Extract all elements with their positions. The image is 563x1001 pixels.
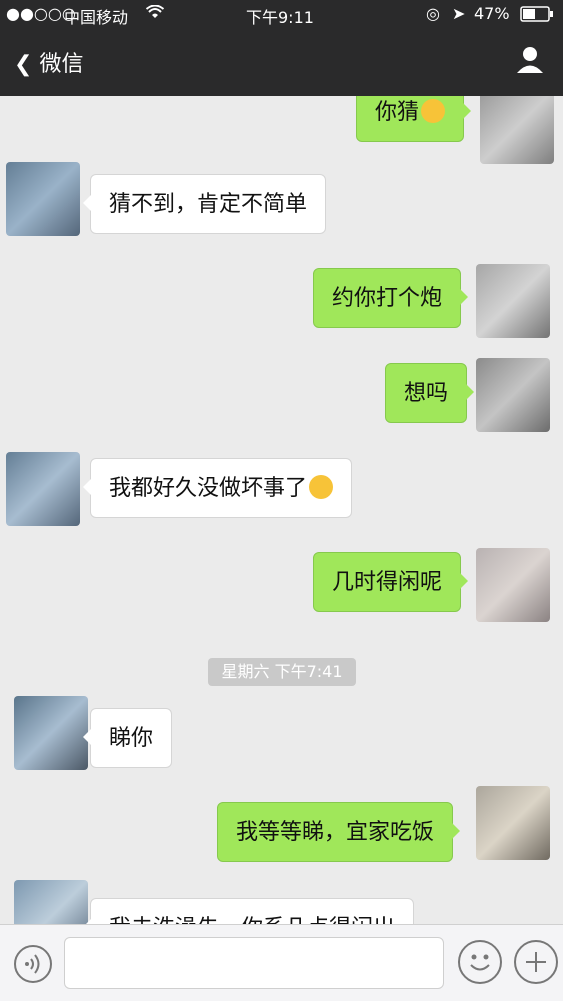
emoji-button[interactable] <box>458 940 502 984</box>
grimace-icon <box>309 475 334 499</box>
chat-header: ❮ 微信 <box>0 28 563 96</box>
message-text: 你猜 <box>375 100 420 125</box>
voice-input-button[interactable] <box>14 945 52 983</box>
carrier-name: 中国移动 <box>64 8 129 27</box>
message-bubble-received[interactable]: 我去洗澡先，你系几点得闲出 <box>82 898 415 924</box>
my-avatar[interactable] <box>480 96 554 164</box>
message-bubble-sent[interactable]: 几时得闲呢 <box>313 552 469 612</box>
contact-avatar[interactable] <box>6 162 80 236</box>
message-list[interactable]: 你猜 猜不到，肯定不简单 约你打个炮 想吗 我都好久没做坏事了 几时得闲呢 星期… <box>0 96 563 924</box>
message-text: 想吗 <box>404 381 449 406</box>
message-input[interactable] <box>64 937 444 989</box>
message-bubble-sent[interactable]: 你猜 <box>356 96 472 142</box>
message-text: 几时得闲呢 <box>332 570 443 595</box>
person-icon <box>517 47 543 73</box>
status-bar: ●●○○○ 中国移动 下午9:11 ◎ ➤ 47% <box>0 0 563 28</box>
wifi-icon <box>145 4 165 23</box>
battery-icon <box>520 6 554 26</box>
message-text: 猜不到，肯定不简单 <box>109 192 308 217</box>
contact-avatar[interactable] <box>14 880 88 924</box>
chevron-left-icon: ❮ <box>14 52 33 77</box>
my-avatar[interactable] <box>476 358 550 432</box>
plus-icon <box>526 952 546 972</box>
message-bubble-received[interactable]: 睇你 <box>82 708 173 768</box>
my-avatar[interactable] <box>476 786 550 860</box>
message-text: 我去洗澡先，你系几点得闲出 <box>109 916 395 924</box>
message-text: 我等等睇，宜家吃饭 <box>236 820 435 845</box>
message-text: 约你打个炮 <box>332 286 443 311</box>
smiley-face-icon <box>470 954 490 971</box>
message-text: 我都好久没做坏事了 <box>109 476 308 501</box>
contact-avatar[interactable] <box>6 452 80 526</box>
message-timestamp: 星期六 下午7:41 <box>208 658 356 686</box>
back-button[interactable]: ❮ 微信 <box>14 46 83 78</box>
grinning-squint-icon <box>421 99 446 123</box>
battery-percentage: 47% <box>474 4 510 23</box>
rotation-lock-icon: ◎ <box>426 4 440 23</box>
voice-wave-icon <box>25 954 40 974</box>
contact-profile-button[interactable] <box>515 44 545 74</box>
message-bubble-sent[interactable]: 想吗 <box>385 363 475 423</box>
my-avatar[interactable] <box>476 548 550 622</box>
message-bubble-received[interactable]: 我都好久没做坏事了 <box>82 458 353 518</box>
location-arrow-icon: ➤ <box>452 4 466 23</box>
more-options-button[interactable] <box>514 940 558 984</box>
message-bubble-sent[interactable]: 我等等睇，宜家吃饭 <box>217 802 461 862</box>
message-bubble-sent[interactable]: 约你打个炮 <box>313 268 469 328</box>
message-bubble-received[interactable]: 猜不到，肯定不简单 <box>82 174 327 234</box>
message-text: 睇你 <box>109 726 154 751</box>
my-avatar[interactable] <box>476 264 550 338</box>
input-toolbar <box>0 924 563 1001</box>
contact-avatar[interactable] <box>14 696 88 770</box>
back-button-label: 微信 <box>39 52 84 77</box>
status-time: 下午9:11 <box>246 8 314 27</box>
